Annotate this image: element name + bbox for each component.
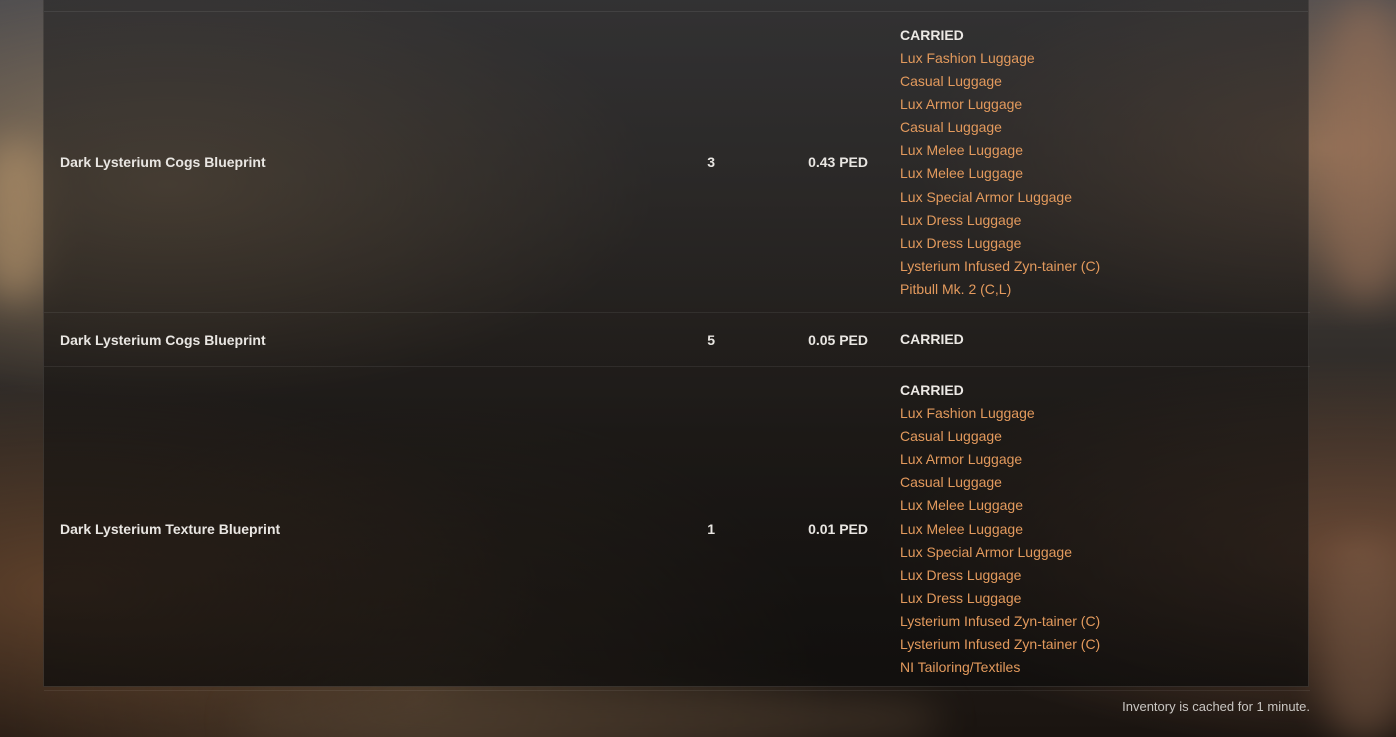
location-path: CARRIED Lux Fashion Luggage Casual Luggage…	[900, 12, 1310, 312]
container-link[interactable]: Lux Melee Luggage	[900, 139, 1310, 162]
container-link[interactable]: Lux Fashion Luggage	[900, 47, 1310, 70]
table-row: Dark Lysterium Cogs Blueprint 5 0.05 PED CA…	[44, 313, 1310, 367]
item-name: Dark Lysterium Texture Blueprint	[60, 520, 281, 537]
container-link[interactable]: Casual Luggage	[900, 425, 1310, 448]
item-location: CARRIED Lux Fashion Luggage Casual Luggage…	[868, 12, 1310, 313]
container-link[interactable]: Casual Luggage	[900, 471, 1310, 494]
container-link[interactable]: Lux Dress Luggage	[900, 587, 1310, 610]
container-link[interactable]: Lux Dress Luggage	[900, 232, 1310, 255]
background-town-bottom	[240, 690, 940, 737]
table-row: Dark Lysterium Cogs Blueprint 3 0.43 PED CA…	[44, 12, 1310, 313]
container-link[interactable]: Lux Melee Luggage	[900, 162, 1310, 185]
container-link[interactable]: Lysterium Infused Zyn-tainer (C)	[900, 610, 1310, 633]
location-path: CARRIED	[900, 313, 1310, 366]
container-link[interactable]: Lux Melee Luggage	[900, 494, 1310, 517]
inventory-panel: Dark Lysterium Cogs Blueprint 3 0.43 PED CA…	[43, 0, 1310, 691]
item-quantity: 1	[707, 520, 715, 537]
container-link[interactable]: Casual Luggage	[900, 116, 1310, 139]
container-link[interactable]: Lux Special Armor Luggage	[900, 541, 1310, 564]
container-link[interactable]: Lysterium Infused Zyn-tainer (C)	[900, 633, 1310, 656]
container-label: CARRIED	[900, 27, 964, 43]
container-label: CARRIED	[900, 331, 964, 348]
item-quantity: 5	[707, 331, 715, 348]
container-link[interactable]: Lux Armor Luggage	[900, 448, 1310, 471]
container-link[interactable]: Lux Armor Luggage	[900, 93, 1310, 116]
background-ground-right	[1320, 540, 1396, 737]
item-value: 0.43 PED	[808, 154, 868, 171]
container-link[interactable]: Lux Dress Luggage	[900, 209, 1310, 232]
container-link[interactable]: Lux Fashion Luggage	[900, 402, 1310, 425]
container-link[interactable]: Lux Melee Luggage	[900, 518, 1310, 541]
item-location: CARRIED Lux Fashion Luggage Casual Luggage…	[868, 367, 1310, 691]
item-name: Dark Lysterium Cogs Blueprint	[60, 154, 266, 171]
container-link[interactable]: Lux Special Armor Luggage	[900, 186, 1310, 209]
container-link[interactable]: Pitbull Mk. 2 (C,L)	[900, 278, 1310, 301]
container-link[interactable]: Lux Dress Luggage	[900, 564, 1310, 587]
cache-note: Inventory is cached for 1 minute.	[1122, 699, 1310, 714]
background-cliff-right	[1320, 0, 1396, 300]
item-value: 0.01 PED	[808, 520, 868, 537]
location-path: CARRIED Lux Fashion Luggage Casual Luggage…	[900, 367, 1310, 690]
item-quantity: 3	[707, 154, 715, 171]
item-value: 0.05 PED	[808, 331, 868, 348]
table-row: Dark Lysterium Texture Blueprint 1 0.01 PE…	[44, 367, 1310, 691]
container-label: CARRIED	[900, 382, 964, 399]
item-name: Dark Lysterium Cogs Blueprint	[60, 331, 266, 348]
inventory-table: Dark Lysterium Cogs Blueprint 3 0.43 PED CA…	[44, 12, 1310, 691]
container-link[interactable]: Lysterium Infused Zyn-tainer (C)	[900, 255, 1310, 278]
container-link[interactable]: NI Tailoring/Textiles	[900, 656, 1310, 679]
item-location: CARRIED	[868, 313, 1310, 367]
container-link[interactable]: Casual Luggage	[900, 70, 1310, 93]
